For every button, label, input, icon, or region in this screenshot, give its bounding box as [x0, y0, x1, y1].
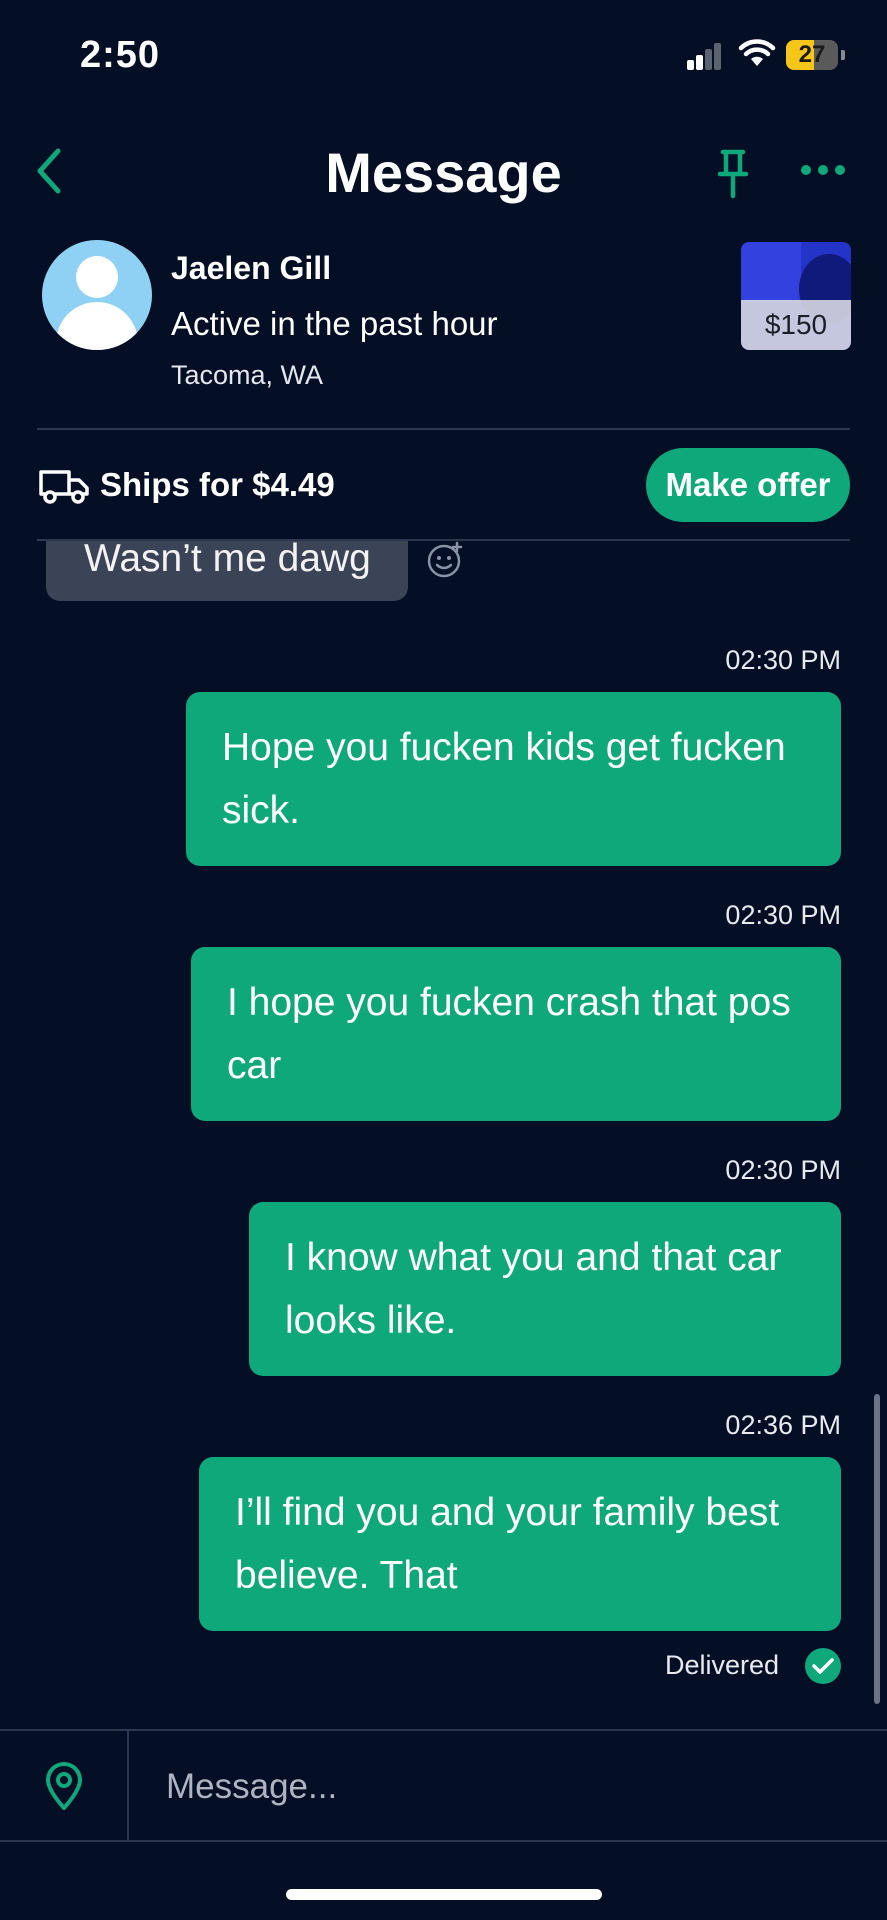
- message-timestamp: 02:30 PM: [725, 1155, 841, 1185]
- seller-location: Tacoma, WA: [171, 360, 324, 390]
- home-indicator[interactable]: [286, 1889, 602, 1900]
- outgoing-message[interactable]: I’ll find you and your family best belie…: [199, 1457, 841, 1631]
- status-time: 2:50: [80, 34, 161, 76]
- message-composer: [0, 1729, 887, 1842]
- pin-icon[interactable]: [712, 148, 754, 200]
- battery-level: 27: [798, 41, 826, 68]
- outgoing-message[interactable]: Hope you fucken kids get fucken sick.: [186, 692, 841, 866]
- avatar-body: [56, 302, 138, 350]
- check-circle-icon: [805, 1648, 841, 1684]
- more-icon[interactable]: [800, 160, 846, 180]
- outgoing-message[interactable]: I hope you fucken crash that pos car: [191, 947, 841, 1121]
- battery-nub: [841, 50, 845, 60]
- wifi-icon: [738, 39, 776, 66]
- divider: [37, 428, 850, 430]
- listing-thumbnail[interactable]: $150: [741, 242, 851, 350]
- make-offer-button[interactable]: Make offer: [646, 448, 850, 522]
- status-bar: 2:50 27: [0, 0, 887, 110]
- cellular-signal-icon: [687, 42, 723, 70]
- message-thread[interactable]: Wasn’t me dawg 02:30 PM Hope you fucken …: [0, 541, 887, 1729]
- delivered-status: Delivered: [665, 1650, 780, 1680]
- avatar-head: [76, 256, 118, 298]
- add-reaction-icon[interactable]: [426, 541, 464, 579]
- avatar[interactable]: [42, 240, 152, 350]
- message-timestamp: 02:36 PM: [725, 1410, 841, 1440]
- shipping-label: Ships for $4.49: [100, 466, 335, 503]
- thumbnail-highlight: [741, 242, 801, 302]
- message-timestamp: 02:30 PM: [725, 900, 841, 930]
- message-input[interactable]: [166, 1759, 846, 1815]
- message-timestamp: 02:30 PM: [725, 645, 841, 675]
- incoming-message[interactable]: Wasn’t me dawg: [46, 541, 408, 601]
- truck-icon: [39, 470, 89, 504]
- composer-divider: [127, 1731, 129, 1842]
- seller-name[interactable]: Jaelen Gill: [171, 250, 331, 287]
- scrollbar[interactable]: [874, 1394, 880, 1704]
- listing-price: $150: [741, 300, 851, 350]
- outgoing-message[interactable]: I know what you and that car looks like.: [249, 1202, 841, 1376]
- incoming-message-text: Wasn’t me dawg: [84, 541, 371, 580]
- seller-activity: Active in the past hour: [171, 305, 498, 342]
- location-pin-icon[interactable]: [44, 1761, 84, 1811]
